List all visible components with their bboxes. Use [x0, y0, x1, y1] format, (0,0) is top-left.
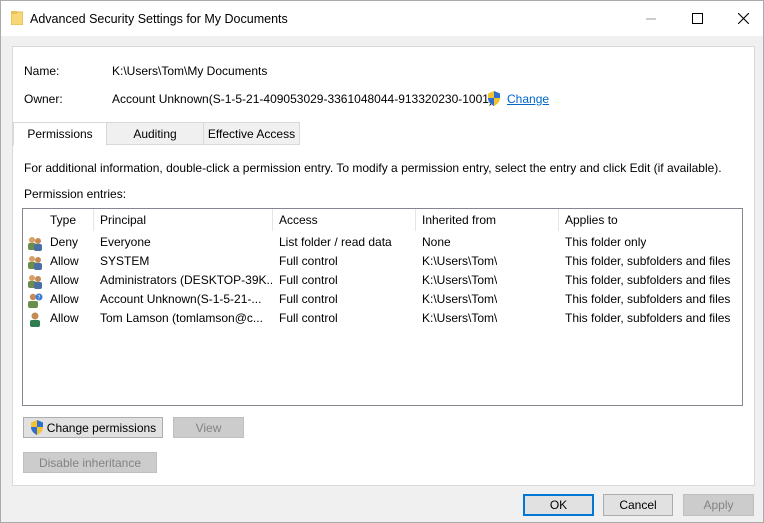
change-owner-text[interactable]: Change — [507, 92, 549, 106]
row-applies-to: This folder only — [565, 235, 647, 249]
row-type: Allow — [50, 273, 79, 287]
row-access: Full control — [279, 292, 338, 306]
tab-permissions[interactable]: Permissions — [13, 122, 107, 146]
row-type: Allow — [50, 254, 79, 268]
name-label: Name: — [24, 64, 60, 78]
row-access: Full control — [279, 273, 338, 287]
name-value: K:\Users\Tom\My Documents — [112, 64, 268, 78]
apply-button[interactable]: Apply — [683, 494, 754, 516]
user-icon — [30, 312, 40, 327]
users-group-icon — [28, 237, 42, 251]
permission-entries-label: Permission entries: — [24, 187, 127, 201]
row-inherited-from: K:\Users\Tom\ — [422, 311, 498, 325]
table-row[interactable]: Allow SYSTEM Full control K:\Users\Tom\ … — [23, 252, 742, 271]
table-row[interactable]: Deny Everyone List folder / read data No… — [23, 233, 742, 252]
column-header-type[interactable]: Type — [44, 209, 94, 231]
close-icon — [737, 13, 749, 24]
advanced-security-window: Advanced Security Settings for My Docume… — [0, 0, 764, 523]
table-row[interactable]: Allow Tom Lamson (tomlamson@c... Full co… — [23, 309, 742, 328]
svg-text:?: ? — [37, 295, 40, 302]
users-group-icon — [28, 275, 42, 289]
unknown-user-icon: ? — [28, 293, 43, 308]
disable-inheritance-button[interactable]: Disable inheritance — [23, 452, 157, 473]
row-applies-to: This folder, subfolders and files — [565, 311, 731, 325]
row-inherited-from: K:\Users\Tom\ — [422, 254, 498, 268]
change-permissions-label: Change permissions — [46, 420, 157, 435]
window-title: Advanced Security Settings for My Docume… — [30, 12, 288, 26]
row-principal: Administrators (DESKTOP-39K... — [100, 273, 272, 287]
row-access: List folder / read data — [279, 235, 392, 249]
row-access: Full control — [279, 311, 338, 325]
owner-change-link[interactable]: Change — [487, 91, 549, 106]
uac-shield-icon — [488, 91, 500, 106]
table-row[interactable]: ? Allow Account Unknown(S-1-5-21-... Ful… — [23, 290, 742, 309]
row-applies-to: This folder, subfolders and files — [565, 292, 731, 306]
column-header-access[interactable]: Access — [273, 209, 416, 231]
owner-label: Owner: — [24, 92, 63, 106]
row-principal: Tom Lamson (tomlamson@c... — [100, 311, 263, 325]
maximize-button[interactable] — [674, 1, 720, 36]
owner-value: Account Unknown(S-1-5-21-409053029-33610… — [112, 92, 493, 106]
row-type: Allow — [50, 292, 79, 306]
ok-button[interactable]: OK — [523, 494, 594, 516]
title-bar[interactable]: Advanced Security Settings for My Docume… — [1, 1, 763, 36]
minimize-button[interactable] — [628, 1, 674, 36]
users-group-icon — [28, 256, 42, 270]
row-applies-to: This folder, subfolders and files — [565, 254, 731, 268]
row-inherited-from: K:\Users\Tom\ — [422, 273, 498, 287]
row-access: Full control — [279, 254, 338, 268]
row-applies-to: This folder, subfolders and files — [565, 273, 731, 287]
row-principal: Account Unknown(S-1-5-21-... — [100, 292, 262, 306]
cancel-button[interactable]: Cancel — [603, 494, 673, 516]
close-button[interactable] — [720, 1, 763, 36]
minimize-icon — [646, 18, 656, 19]
row-principal: Everyone — [100, 235, 151, 249]
row-inherited-from: K:\Users\Tom\ — [422, 292, 498, 306]
column-header-principal[interactable]: Principal — [94, 209, 273, 231]
uac-shield-icon — [30, 420, 43, 435]
view-button[interactable]: View — [173, 417, 244, 438]
tab-auditing[interactable]: Auditing — [106, 122, 204, 145]
permission-entries-list[interactable]: Type Principal Access Inherited from App… — [22, 208, 743, 406]
tab-effective-access[interactable]: Effective Access — [203, 122, 300, 145]
info-text: For additional information, double-click… — [24, 161, 722, 175]
table-row[interactable]: Allow Administrators (DESKTOP-39K... Ful… — [23, 271, 742, 290]
list-header: Type Principal Access Inherited from App… — [23, 209, 742, 231]
column-header-inherited-from[interactable]: Inherited from — [416, 209, 559, 231]
change-permissions-button[interactable]: Change permissions — [23, 417, 163, 438]
row-inherited-from: None — [422, 235, 451, 249]
row-principal: SYSTEM — [100, 254, 150, 268]
row-type: Allow — [50, 311, 79, 325]
column-header-applies-to[interactable]: Applies to — [559, 209, 742, 231]
row-type: Deny — [50, 235, 79, 249]
folder-icon — [11, 11, 23, 25]
maximize-icon — [691, 13, 703, 24]
